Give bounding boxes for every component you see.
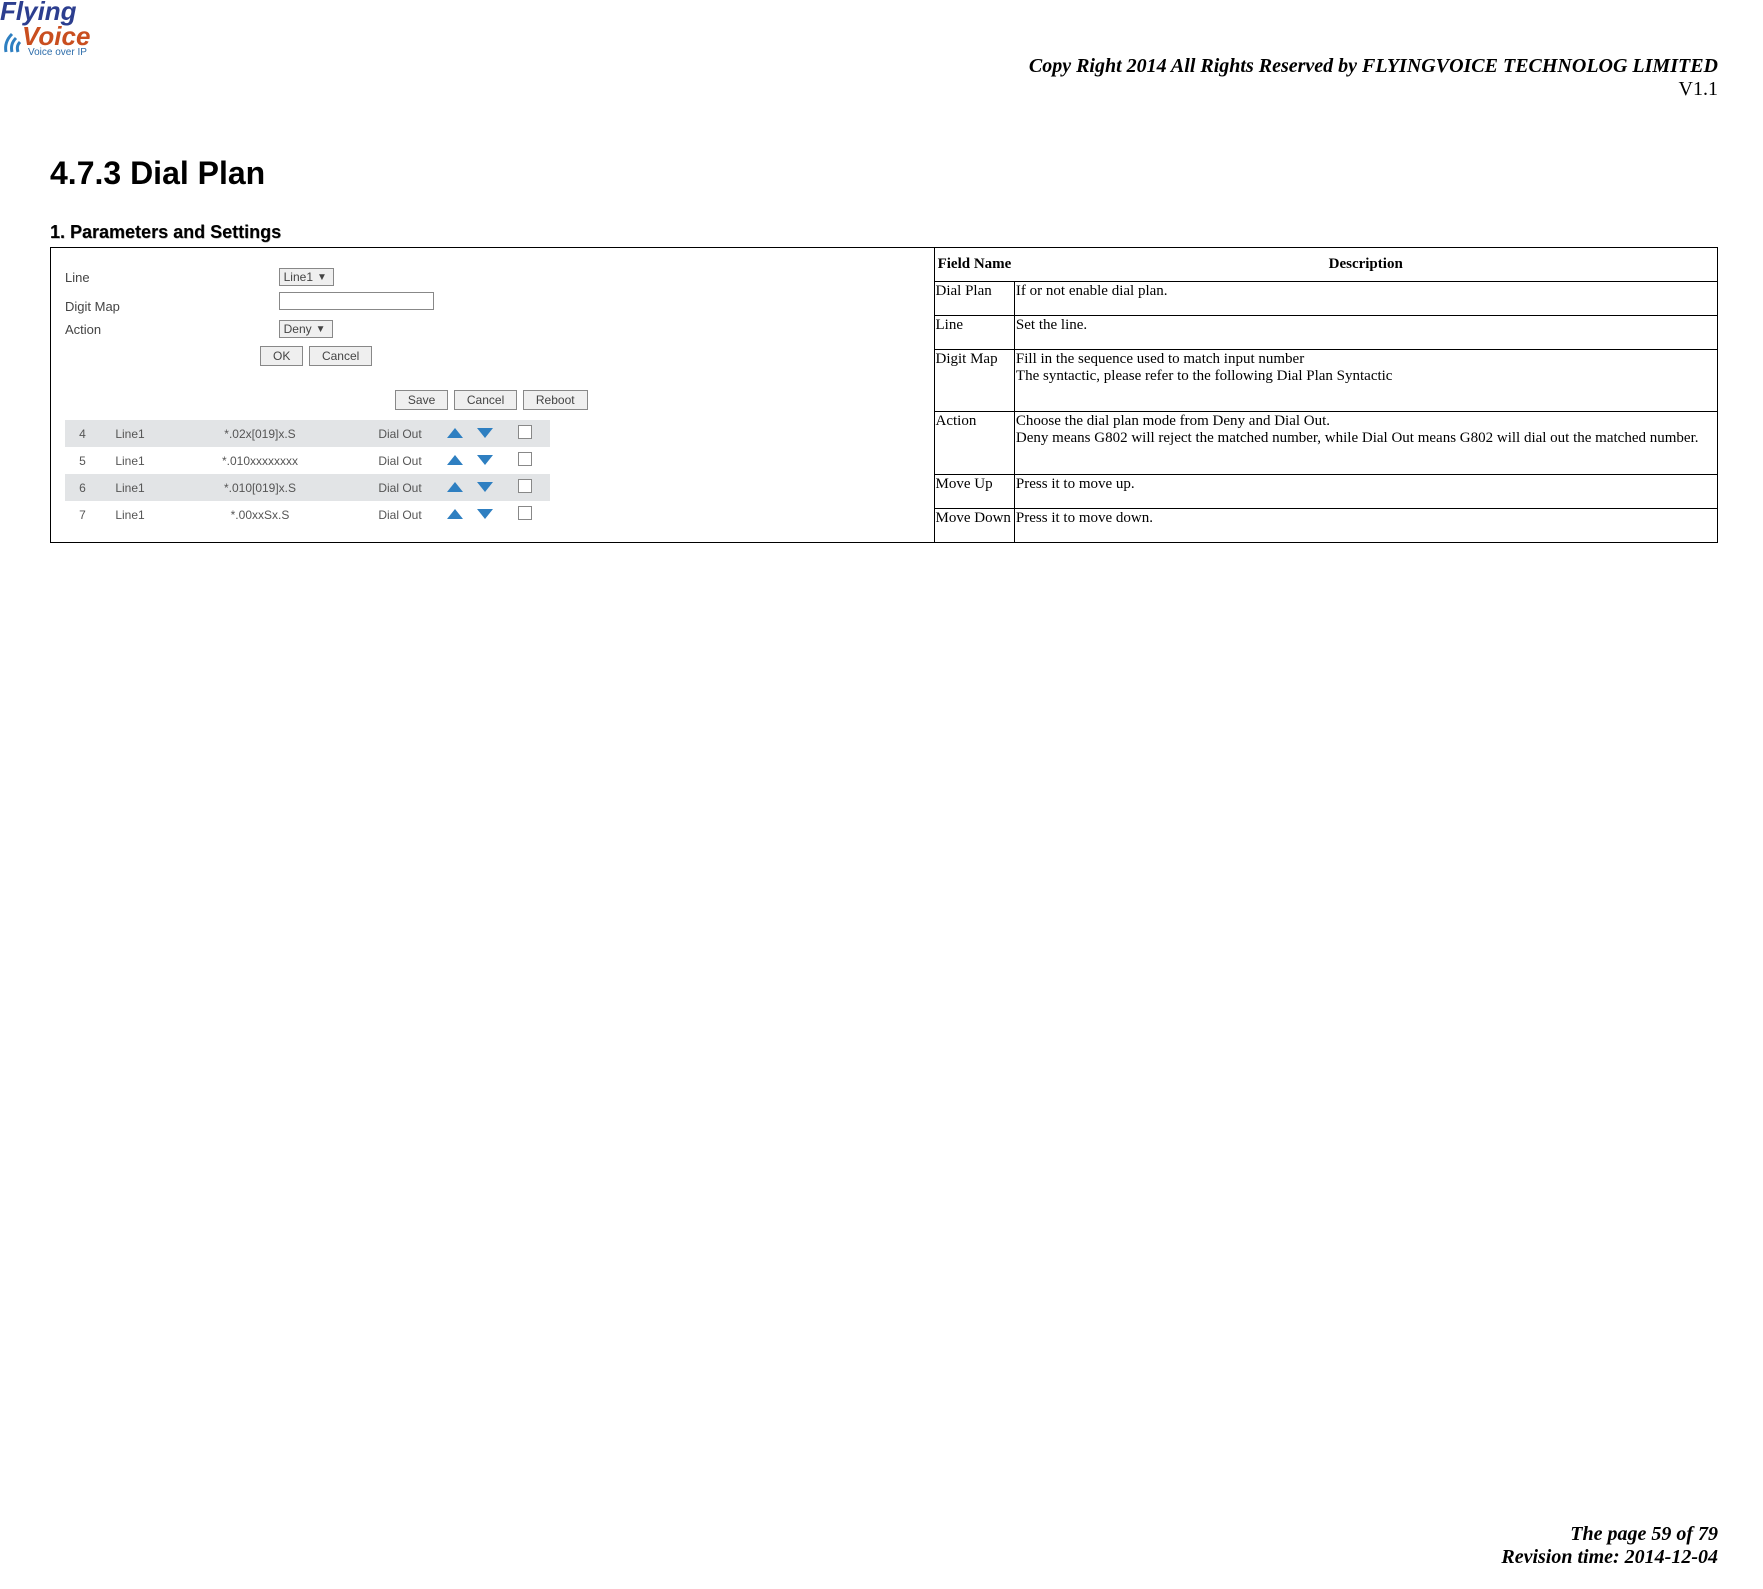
- desc-text-3: Choose the dial plan mode from Deny and …: [1014, 412, 1717, 475]
- cancel-button[interactable]: Cancel: [309, 346, 372, 366]
- row-index: 4: [65, 420, 100, 447]
- revision-time: Revision time: 2014-12-04: [1501, 1546, 1718, 1569]
- row-mode: Dial Out: [360, 420, 440, 447]
- desc-text-5: Press it to move down.: [1014, 509, 1717, 543]
- arrow-up-icon: [447, 455, 463, 465]
- row-line: Line1: [100, 447, 160, 474]
- row-index: 5: [65, 447, 100, 474]
- dial-plan-row: 4Line1*.02x[019]x.SDial Out: [65, 420, 550, 447]
- arrow-down-icon: [477, 428, 493, 438]
- move-down-button[interactable]: [470, 474, 500, 501]
- row-pattern: *.010xxxxxxxx: [160, 447, 360, 474]
- digit-map-input[interactable]: [279, 292, 434, 310]
- move-down-button[interactable]: [470, 420, 500, 447]
- move-up-button[interactable]: [440, 474, 470, 501]
- page-header: Copy Right 2014 All Rights Reserved by F…: [1029, 55, 1718, 101]
- copyright-text: Copy Right 2014 All Rights Reserved by F…: [1029, 55, 1718, 78]
- desc-text-0: If or not enable dial plan.: [1014, 281, 1717, 315]
- digit-map-label: Digit Map: [65, 299, 275, 314]
- desc-text-2: Fill in the sequence used to match input…: [1014, 349, 1717, 412]
- content-table: Line Line1 ▼ Digit Map Action: [50, 247, 1718, 543]
- chevron-down-icon: ▼: [316, 324, 326, 335]
- save-button[interactable]: Save: [395, 390, 448, 410]
- action-select-value: Deny: [284, 322, 312, 336]
- row-line: Line1: [100, 474, 160, 501]
- checkbox-icon: [518, 479, 532, 493]
- row-line: Line1: [100, 501, 160, 528]
- arrow-up-icon: [447, 428, 463, 438]
- row-index: 7: [65, 501, 100, 528]
- desc-text-4: Press it to move up.: [1014, 475, 1717, 509]
- version-text: V1.1: [1029, 78, 1718, 101]
- checkbox-icon: [518, 425, 532, 439]
- section-title: 4.7.3 Dial Plan: [50, 155, 1718, 192]
- row-pattern: *.00xxSx.S: [160, 501, 360, 528]
- move-up-button[interactable]: [440, 501, 470, 528]
- desc-header-desc: Description: [1014, 248, 1717, 282]
- move-up-button[interactable]: [440, 447, 470, 474]
- row-mode: Dial Out: [360, 501, 440, 528]
- desc-name-2: Digit Map: [934, 349, 1014, 412]
- dial-plan-list: 4Line1*.02x[019]x.SDial Out5Line1*.010xx…: [65, 420, 550, 528]
- row-line: Line1: [100, 420, 160, 447]
- dial-plan-row: 6Line1*.010[019]x.SDial Out: [65, 474, 550, 501]
- move-down-button[interactable]: [470, 447, 500, 474]
- arrow-down-icon: [477, 455, 493, 465]
- ok-button[interactable]: OK: [260, 346, 303, 366]
- desc-text-1: Set the line.: [1014, 315, 1717, 349]
- brand-logo: Flying Voice Voice over IP: [0, 0, 110, 58]
- row-mode: Dial Out: [360, 474, 440, 501]
- line-select[interactable]: Line1 ▼: [279, 268, 334, 286]
- row-mode: Dial Out: [360, 447, 440, 474]
- page-number: The page 59 of 79: [1501, 1523, 1718, 1546]
- line-label: Line: [65, 270, 275, 285]
- row-pattern: *.010[019]x.S: [160, 474, 360, 501]
- dial-plan-form: Line Line1 ▼ Digit Map Action: [65, 268, 920, 528]
- dial-plan-row: 7Line1*.00xxSx.SDial Out: [65, 501, 550, 528]
- row-checkbox[interactable]: [500, 501, 550, 528]
- desc-header-field: Field Name: [934, 248, 1014, 282]
- page-footer: The page 59 of 79 Revision time: 2014-12…: [1501, 1523, 1718, 1569]
- checkbox-icon: [518, 452, 532, 466]
- row-index: 6: [65, 474, 100, 501]
- subsection-title: 1. Parameters and Settings: [50, 222, 1718, 243]
- row-checkbox[interactable]: [500, 474, 550, 501]
- desc-name-5: Move Down: [934, 509, 1014, 543]
- action-label: Action: [65, 322, 275, 337]
- row-checkbox[interactable]: [500, 420, 550, 447]
- row-pattern: *.02x[019]x.S: [160, 420, 360, 447]
- arrow-up-icon: [447, 509, 463, 519]
- screenshot-cell: Line Line1 ▼ Digit Map Action: [51, 248, 935, 543]
- action-select[interactable]: Deny ▼: [279, 320, 333, 338]
- move-up-button[interactable]: [440, 420, 470, 447]
- desc-name-4: Move Up: [934, 475, 1014, 509]
- arrow-down-icon: [477, 482, 493, 492]
- arrow-down-icon: [477, 509, 493, 519]
- row-checkbox[interactable]: [500, 447, 550, 474]
- line-select-value: Line1: [284, 270, 313, 284]
- cancel-button-2[interactable]: Cancel: [454, 390, 517, 410]
- desc-name-3: Action: [934, 412, 1014, 475]
- reboot-button[interactable]: Reboot: [523, 390, 588, 410]
- arrow-up-icon: [447, 482, 463, 492]
- desc-name-1: Line: [934, 315, 1014, 349]
- dial-plan-row: 5Line1*.010xxxxxxxxDial Out: [65, 447, 550, 474]
- checkbox-icon: [518, 506, 532, 520]
- desc-name-0: Dial Plan: [934, 281, 1014, 315]
- move-down-button[interactable]: [470, 501, 500, 528]
- chevron-down-icon: ▼: [317, 272, 327, 283]
- sound-wave-icon: [2, 28, 30, 56]
